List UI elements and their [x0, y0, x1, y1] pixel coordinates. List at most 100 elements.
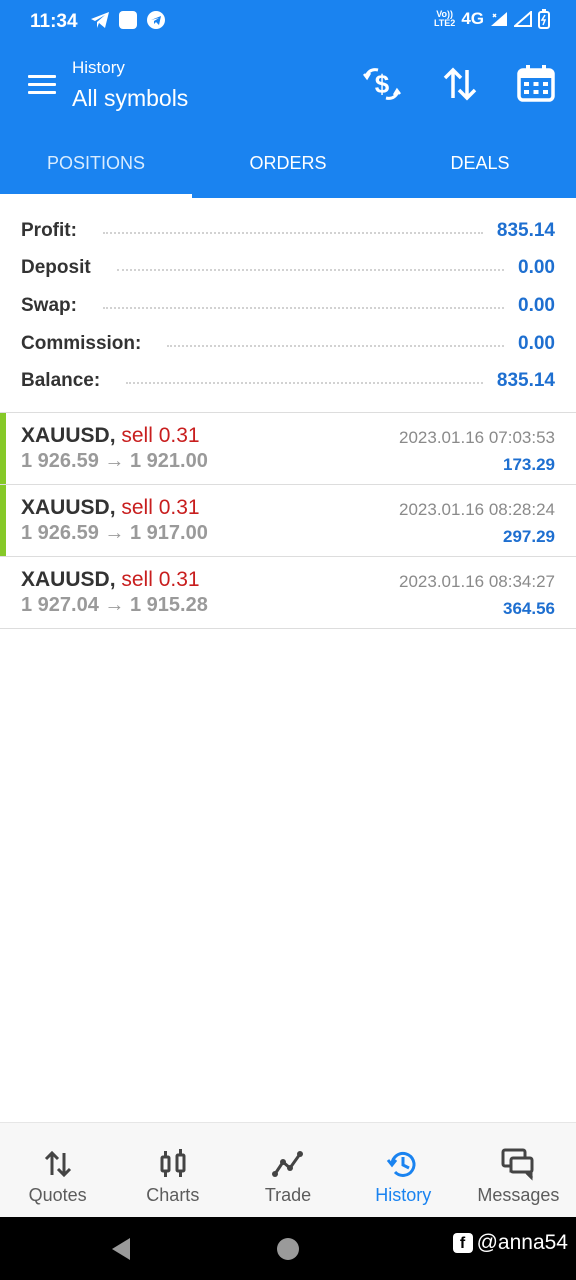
deposit-label: Deposit: [21, 257, 91, 279]
open-price: 1 927.04: [21, 594, 99, 616]
deal-time: 2023.01.16 08:34:27: [399, 572, 555, 591]
telegram-icon: [91, 12, 109, 28]
deal-symbol: XAUUSD: [21, 496, 110, 519]
notification-icons: [90, 10, 166, 30]
system-navigation-bar: f @anna54: [0, 1217, 576, 1280]
deal-profit: 173.29: [503, 455, 555, 474]
profit-label: Profit:: [21, 219, 77, 241]
tab-orders[interactable]: ORDERS: [192, 128, 384, 198]
deal-symbol-line: XAUUSD, sell 0.31: [21, 496, 200, 519]
summary-row-deposit: Deposit 0.00: [0, 250, 576, 288]
nav-history-label: History: [375, 1185, 432, 1205]
deal-symbol: XAUUSD: [21, 424, 110, 447]
deal-side: sell 0.31: [121, 496, 200, 519]
calendar-icon[interactable]: [514, 62, 558, 106]
network-type: 4G: [461, 9, 484, 28]
deal-symbol-line: XAUUSD, sell 0.31: [21, 568, 200, 591]
profit-indicator-bar: [0, 413, 6, 484]
nav-messages-label: Messages: [477, 1185, 560, 1205]
close-price: 1 915.28: [129, 594, 208, 616]
deal-side: sell 0.31: [121, 568, 200, 591]
nav-charts-label: Charts: [146, 1185, 200, 1205]
summary-row-swap: Swap: 0.00: [0, 287, 576, 325]
back-icon[interactable]: [108, 1236, 134, 1262]
quotes-icon: [44, 1150, 71, 1178]
signal-icon: [491, 12, 507, 26]
commission-label: Commission:: [21, 332, 142, 354]
nav-charts[interactable]: Charts: [115, 1123, 230, 1217]
dotted-leader: [102, 306, 505, 309]
nav-quotes[interactable]: Quotes: [0, 1123, 115, 1217]
list-item[interactable]: XAUUSD, sell 0.31 1 926.59 → 1 917.00 20…: [0, 485, 576, 557]
deal-symbol: XAUUSD: [21, 568, 110, 591]
dotted-leader: [167, 344, 505, 347]
nav-trade[interactable]: Trade: [230, 1123, 345, 1217]
battery-icon: [538, 9, 550, 29]
deal-profit: 297.29: [503, 527, 555, 546]
status-time: 11:34: [30, 11, 78, 32]
system-status-icons: Vo)) LTE2 4G: [434, 9, 550, 29]
dotted-leader: [102, 231, 483, 234]
volte-line2: LTE2: [433, 18, 456, 28]
charts-icon: [160, 1149, 186, 1177]
nav-quotes-label: Quotes: [28, 1185, 87, 1205]
trade-icon: [272, 1151, 303, 1177]
deal-profit: 364.56: [503, 599, 555, 618]
app-header: 11:34 Vo)) LTE2 4G History All symbols $: [0, 0, 576, 128]
deal-prices: 1 926.59 → 1 917.00: [21, 522, 208, 544]
menu-line: [28, 75, 56, 78]
deal-side: sell 0.31: [121, 424, 200, 447]
swap-value: 0.00: [518, 294, 555, 316]
tab-positions[interactable]: POSITIONS: [0, 128, 192, 198]
balance-label: Balance:: [21, 370, 101, 392]
screen-title[interactable]: All symbols: [72, 85, 188, 112]
active-tab-indicator: [0, 194, 192, 198]
profit-indicator-bar: [0, 485, 6, 556]
deal-time: 2023.01.16 08:28:24: [399, 500, 555, 519]
account-summary: Profit: 835.14 Deposit 0.00 Swap: 0.00 C…: [0, 212, 576, 400]
close-price: 1 917.00: [129, 522, 208, 544]
history-tabs: POSITIONS ORDERS DEALS: [0, 128, 576, 198]
list-item[interactable]: XAUUSD, sell 0.31 1 927.04 → 1 915.28 20…: [0, 557, 576, 629]
menu-line: [28, 83, 56, 86]
deposit-value: 0.00: [518, 257, 555, 279]
watermark: f @anna54: [452, 1231, 568, 1255]
deal-prices: 1 926.59 → 1 921.00: [21, 450, 208, 472]
positions-list: XAUUSD, sell 0.31 1 926.59 → 1 921.00 20…: [0, 413, 576, 629]
status-bar: 11:34 Vo)) LTE2 4G: [0, 0, 576, 42]
dotted-leader: [126, 382, 483, 385]
watermark-text: @anna54: [476, 1231, 568, 1254]
menu-line: [28, 91, 56, 94]
sort-icon[interactable]: [438, 62, 482, 106]
nav-trade-label: Trade: [264, 1185, 312, 1205]
volte-indicator: Vo)) LTE2: [434, 10, 455, 28]
bottom-navigation: Quotes Charts Trade History Messages: [0, 1122, 576, 1217]
commission-value: 0.00: [518, 332, 555, 354]
telegram-circle-icon: [147, 11, 165, 29]
screen-subtitle: History: [72, 58, 125, 77]
tab-deals[interactable]: DEALS: [384, 128, 576, 198]
signal-icon-2: [514, 11, 532, 27]
summary-row-balance: Balance: 835.14: [0, 362, 576, 400]
deal-symbol-line: XAUUSD, sell 0.31: [21, 424, 200, 447]
close-price: 1 921.00: [129, 450, 208, 472]
svg-text:$: $: [375, 69, 390, 99]
facebook-icon: f: [452, 1233, 473, 1253]
balance-value: 835.14: [496, 370, 555, 392]
home-icon[interactable]: [276, 1237, 300, 1261]
nav-messages[interactable]: Messages: [461, 1123, 576, 1217]
messages-icon: [501, 1148, 534, 1181]
open-price: 1 926.59: [21, 522, 99, 544]
app-notification-icon: [119, 11, 137, 29]
summary-row-commission: Commission: 0.00: [0, 325, 576, 363]
profit-value: 835.14: [496, 219, 555, 241]
deal-prices: 1 927.04 → 1 915.28: [21, 594, 208, 616]
nav-history[interactable]: History: [346, 1123, 461, 1217]
open-price: 1 926.59: [21, 450, 99, 472]
menu-button[interactable]: [26, 72, 58, 98]
history-icon: [387, 1151, 416, 1177]
list-item[interactable]: XAUUSD, sell 0.31 1 926.59 → 1 921.00 20…: [0, 413, 576, 485]
summary-row-profit: Profit: 835.14: [0, 212, 576, 250]
dotted-leader: [116, 269, 505, 272]
currency-exchange-icon[interactable]: $: [360, 62, 404, 106]
